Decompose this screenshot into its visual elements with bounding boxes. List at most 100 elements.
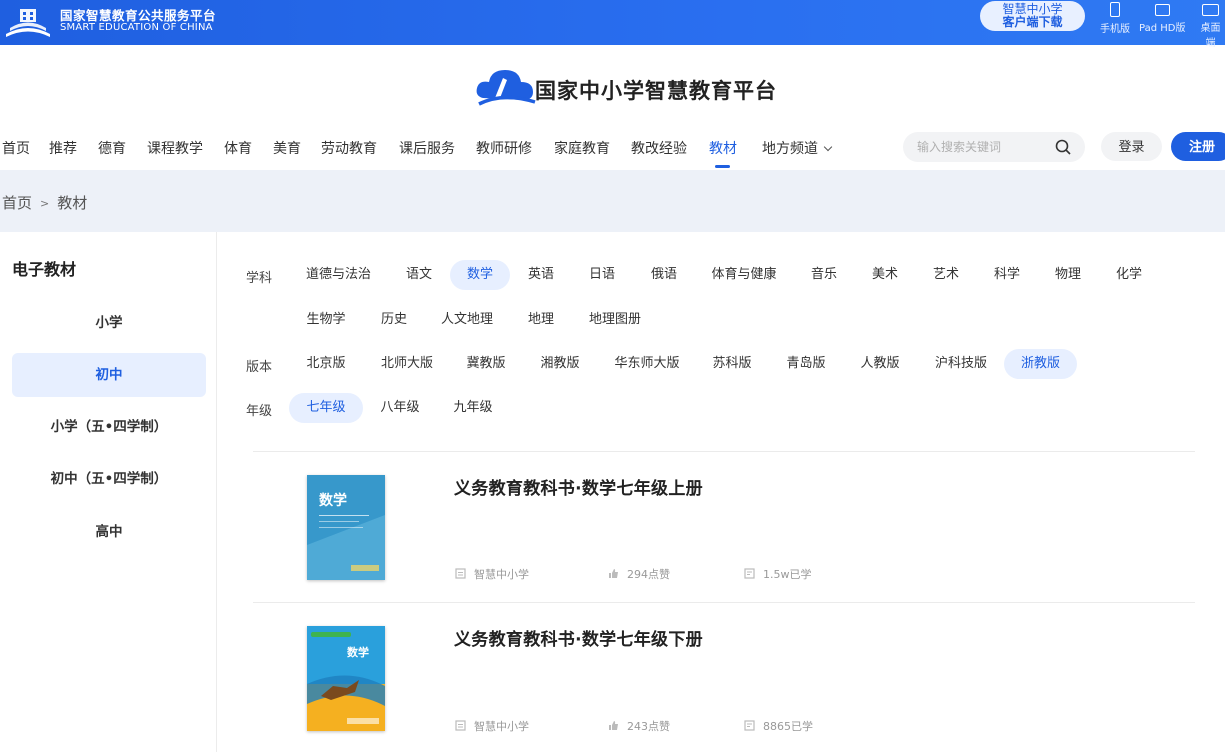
- book-likes-text: 294点赞: [627, 568, 670, 581]
- device-phone-link[interactable]: 手机版: [1100, 2, 1130, 35]
- nav-item-arts[interactable]: 美育: [273, 138, 301, 158]
- edition-chip-qingdao[interactable]: 青岛版: [783, 349, 829, 379]
- subject-chip-history[interactable]: 历史: [371, 305, 417, 335]
- edition-chip-beijing[interactable]: 北京版: [303, 349, 349, 379]
- search-icon[interactable]: [1055, 139, 1071, 155]
- book-cover-7b-art: 数学: [307, 626, 385, 731]
- breadcrumb-separator: >: [40, 197, 50, 210]
- breadcrumb: 首页 > 教材: [2, 192, 87, 213]
- book-publisher-text: 智慧中小学: [474, 568, 529, 581]
- subject-chip-chemistry[interactable]: 化学: [1106, 260, 1152, 290]
- tablet-icon: [1154, 4, 1170, 16]
- device-desktop-link[interactable]: 桌面端: [1196, 2, 1225, 49]
- subject-chip-japanese[interactable]: 日语: [579, 260, 625, 290]
- grade-chip-9[interactable]: 九年级: [450, 393, 496, 423]
- thumbs-up-icon: [609, 569, 618, 578]
- book-cover-7a-text: 数学: [319, 492, 347, 509]
- login-button[interactable]: 登录: [1101, 132, 1162, 161]
- edition-chip-bnu[interactable]: 北师大版: [377, 349, 437, 379]
- top-bar: 国家智慧教育公共服务平台 SMART EDUCATION OF CHINA 智慧…: [0, 0, 1225, 49]
- subject-chip-science[interactable]: 科学: [984, 260, 1030, 290]
- nav-item-reform[interactable]: 教改经验: [631, 138, 687, 158]
- client-download-button[interactable]: 智慧中小学 客户端下载: [980, 1, 1085, 31]
- book-likes: 243点赞: [608, 718, 670, 734]
- sidebar-item-primary[interactable]: 小学: [12, 301, 206, 345]
- nav-item-recommend[interactable]: 推荐: [49, 138, 77, 158]
- nav-item-teacher-training[interactable]: 教师研修: [476, 138, 532, 158]
- book-learned-text: 1.5w已学: [763, 568, 812, 581]
- thumbs-up-icon: [609, 721, 618, 730]
- subject-chip-physics[interactable]: 物理: [1045, 260, 1091, 290]
- search-box: [903, 132, 1085, 162]
- nav-item-home[interactable]: 首页: [2, 138, 30, 158]
- sidebar-item-junior-54[interactable]: 初中（五•四学制）: [12, 457, 206, 501]
- breadcrumb-home[interactable]: 首页: [2, 194, 32, 212]
- edition-chip-hunan[interactable]: 湘教版: [537, 349, 583, 379]
- subject-chip-biology[interactable]: 生物学: [303, 305, 349, 335]
- book-learned-text: 8865已学: [763, 720, 813, 733]
- book-cover-7a-art: 数学: [307, 475, 385, 580]
- subject-chip-chinese[interactable]: 语文: [396, 260, 442, 290]
- edition-chip-pep[interactable]: 人教版: [857, 349, 903, 379]
- subject-chip-pe-health[interactable]: 体育与健康: [702, 260, 786, 290]
- book-likes-text: 243点赞: [627, 720, 670, 733]
- edition-label: 版本: [246, 360, 273, 375]
- subject-chip-music[interactable]: 音乐: [801, 260, 847, 290]
- subject-chip-english[interactable]: 英语: [518, 260, 564, 290]
- subject-chip-art[interactable]: 艺术: [923, 260, 969, 290]
- nav-item-courses[interactable]: 课程教学: [147, 138, 203, 158]
- edition-chip-hukeji[interactable]: 沪科技版: [931, 349, 991, 379]
- edition-chip-ecnu[interactable]: 华东师大版: [611, 349, 683, 379]
- book-title[interactable]: 义务教育教科书·数学七年级上册: [454, 474, 703, 499]
- subject-chip-math[interactable]: 数学: [450, 260, 510, 290]
- subject-chip-human-geo[interactable]: 人文地理: [436, 305, 498, 335]
- nav-item-local-channel[interactable]: 地方频道: [762, 138, 833, 158]
- subject-label: 学科: [246, 271, 273, 286]
- site-title: 国家中小学智慧教育平台: [535, 78, 777, 103]
- book-publisher: 智慧中小学: [455, 718, 529, 734]
- grade-label: 年级: [246, 404, 273, 419]
- subject-chip-russian[interactable]: 俄语: [641, 260, 687, 290]
- download-line1: 智慧中小学: [1002, 2, 1063, 16]
- grade-chip-8[interactable]: 八年级: [377, 393, 423, 423]
- subject-chip-fine-arts[interactable]: 美术: [862, 260, 908, 290]
- book-likes: 294点赞: [608, 566, 670, 582]
- edition-chip-hebei[interactable]: 冀教版: [463, 349, 509, 379]
- book-cover-7b-text: 数学: [347, 645, 369, 659]
- device-desktop-label: 桌面端: [1200, 23, 1221, 49]
- edition-chip-zhejiang[interactable]: 浙教版: [1004, 349, 1077, 379]
- nav-item-labor[interactable]: 劳动教育: [321, 138, 377, 158]
- nav-item-textbooks[interactable]: 教材: [709, 138, 737, 158]
- publisher-icon: [455, 568, 466, 579]
- subject-chip-geography[interactable]: 地理: [518, 305, 564, 335]
- platform-logo-icon[interactable]: [2, 4, 54, 40]
- grade-chip-7[interactable]: 七年级: [289, 393, 363, 423]
- site-logo-icon[interactable]: [473, 64, 537, 110]
- list-divider: [253, 602, 1195, 603]
- publisher-icon: [455, 720, 466, 731]
- study-count-icon: [744, 720, 755, 731]
- book-cover-7b[interactable]: 数学: [307, 626, 385, 731]
- device-pad-link[interactable]: Pad HD版: [1139, 2, 1185, 34]
- book-learned: 1.5w已学: [744, 566, 812, 582]
- sidebar-item-junior[interactable]: 初中: [12, 353, 206, 397]
- phone-icon: [1110, 2, 1120, 17]
- sidebar-item-senior[interactable]: 高中: [12, 510, 206, 554]
- breadcrumb-band: [0, 170, 1225, 232]
- sidebar-item-primary-54[interactable]: 小学（五•四学制）: [12, 405, 206, 449]
- subject-chip-geo-atlas[interactable]: 地理图册: [584, 305, 646, 335]
- book-title[interactable]: 义务教育教科书·数学七年级下册: [454, 625, 703, 650]
- nav-item-family[interactable]: 家庭教育: [554, 138, 610, 158]
- edition-chip-suke[interactable]: 苏科版: [709, 349, 755, 379]
- register-button[interactable]: 注册: [1171, 132, 1225, 161]
- subject-chip-morality[interactable]: 道德与法治: [296, 260, 381, 290]
- book-cover-7a[interactable]: 数学: [307, 475, 385, 580]
- search-input[interactable]: [917, 138, 1047, 156]
- chevron-down-icon: [823, 142, 833, 152]
- active-nav-indicator: [715, 165, 730, 168]
- nav-item-after-school[interactable]: 课后服务: [399, 138, 455, 158]
- nav-item-sports[interactable]: 体育: [224, 138, 252, 158]
- study-count-icon: [744, 568, 755, 579]
- nav-item-moral[interactable]: 德育: [98, 138, 126, 158]
- device-pad-label: Pad HD版: [1139, 23, 1186, 34]
